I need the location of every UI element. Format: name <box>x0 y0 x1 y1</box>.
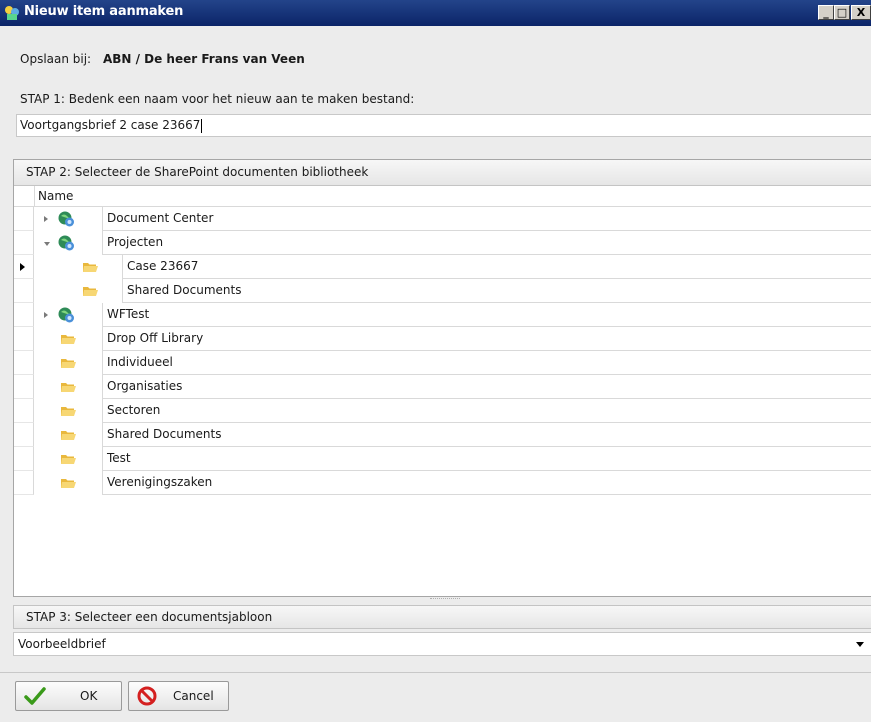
tree-row-label: Verenigingszaken <box>102 471 871 495</box>
library-tree: Document Center Projecten Case 23667 Shared… <box>14 207 871 495</box>
tree-row-label: Sectoren <box>102 399 871 423</box>
folder-icon <box>83 287 98 296</box>
folder-icon <box>61 335 76 344</box>
tree-row[interactable]: Organisaties <box>14 375 871 399</box>
tree-row[interactable]: Projecten <box>14 231 871 255</box>
tree-column-header: Name <box>14 186 871 207</box>
app-icon <box>5 6 19 20</box>
tree-row-label: Individueel <box>102 351 871 375</box>
site-icon <box>58 235 74 251</box>
tree-row[interactable]: Test <box>14 447 871 471</box>
tree-row-label: Shared Documents <box>102 423 871 447</box>
tree-row-label: Projecten <box>102 231 871 255</box>
tree-row[interactable]: Drop Off Library <box>14 327 871 351</box>
close-button[interactable]: X <box>851 5 871 20</box>
template-selected-value: Voorbeeldbrief <box>18 637 106 651</box>
folder-icon <box>61 383 76 392</box>
ok-button[interactable]: OK <box>15 681 122 711</box>
tree-row-label: Test <box>102 447 871 471</box>
step1-label: STAP 1: Bedenk een naam voor het nieuw a… <box>20 92 415 106</box>
library-panel: STAP 2: Selecteer de SharePoint document… <box>13 159 871 597</box>
step2-label: STAP 2: Selecteer de SharePoint document… <box>14 160 871 186</box>
row-indicator <box>14 399 34 423</box>
row-indicator <box>14 255 34 279</box>
tree-row[interactable]: Case 23667 <box>14 255 871 279</box>
row-indicator <box>14 471 34 495</box>
row-indicator <box>14 447 34 471</box>
tree-row[interactable]: Document Center <box>14 207 871 231</box>
tree-row[interactable]: Verenigingszaken <box>14 471 871 495</box>
folder-icon <box>61 431 76 440</box>
splitter-handle[interactable] <box>430 598 460 602</box>
tree-row[interactable]: WFTest <box>14 303 871 327</box>
tree-row[interactable]: Shared Documents <box>14 279 871 303</box>
filename-input[interactable]: Voortgangsbrief 2 case 23667 <box>16 114 871 137</box>
footer-divider <box>0 672 871 673</box>
site-icon <box>58 307 74 323</box>
name-column-header[interactable]: Name <box>38 189 73 203</box>
window-title: Nieuw item aanmaken <box>24 4 184 19</box>
cancel-label: Cancel <box>173 689 214 703</box>
current-row-arrow-icon <box>20 263 25 271</box>
save-location-label: Opslaan bij: <box>20 52 92 66</box>
row-indicator <box>14 279 34 303</box>
text-caret <box>201 118 203 133</box>
expand-arrow-icon[interactable] <box>44 216 48 222</box>
row-indicator-header <box>14 186 35 206</box>
tree-row[interactable]: Sectoren <box>14 399 871 423</box>
collapse-arrow-icon[interactable] <box>44 242 50 246</box>
maximize-button[interactable]: □ <box>834 5 850 20</box>
dialog-window: Nieuw item aanmaken _ □ X Opslaan bij: A… <box>0 0 871 722</box>
tree-row-label: Organisaties <box>102 375 871 399</box>
row-indicator <box>14 303 34 327</box>
folder-icon <box>61 407 76 416</box>
tree-row-label: Case 23667 <box>122 255 871 279</box>
folder-icon <box>61 455 76 464</box>
row-indicator <box>14 327 34 351</box>
dropdown-arrow-icon[interactable] <box>856 642 864 647</box>
save-location: Opslaan bij: ABN / De heer Frans van Vee… <box>20 52 305 66</box>
row-indicator <box>14 351 34 375</box>
folder-icon <box>61 479 76 488</box>
folder-icon <box>83 263 98 272</box>
row-indicator <box>14 231 34 255</box>
tree-row-label: Document Center <box>102 207 871 231</box>
expand-arrow-icon[interactable] <box>44 312 48 318</box>
tree-row-label: Shared Documents <box>122 279 871 303</box>
step3-label: STAP 3: Selecteer een documentsjabloon <box>13 605 871 629</box>
template-select[interactable]: Voorbeeldbrief <box>13 632 871 656</box>
save-location-value: ABN / De heer Frans van Veen <box>102 52 305 66</box>
checkmark-icon <box>24 687 46 705</box>
cancel-button[interactable]: Cancel <box>128 681 229 711</box>
tree-row-label: Drop Off Library <box>102 327 871 351</box>
title-bar[interactable]: Nieuw item aanmaken _ □ X <box>0 0 871 26</box>
ok-label: OK <box>80 689 98 703</box>
cancel-icon <box>137 686 157 706</box>
row-indicator <box>14 207 34 231</box>
folder-icon <box>61 359 76 368</box>
tree-row-label: WFTest <box>102 303 871 327</box>
tree-row[interactable]: Individueel <box>14 351 871 375</box>
site-icon <box>58 211 74 227</box>
row-indicator <box>14 423 34 447</box>
filename-value: Voortgangsbrief 2 case 23667 <box>20 118 201 132</box>
row-indicator <box>14 375 34 399</box>
tree-row[interactable]: Shared Documents <box>14 423 871 447</box>
minimize-button[interactable]: _ <box>818 5 834 20</box>
